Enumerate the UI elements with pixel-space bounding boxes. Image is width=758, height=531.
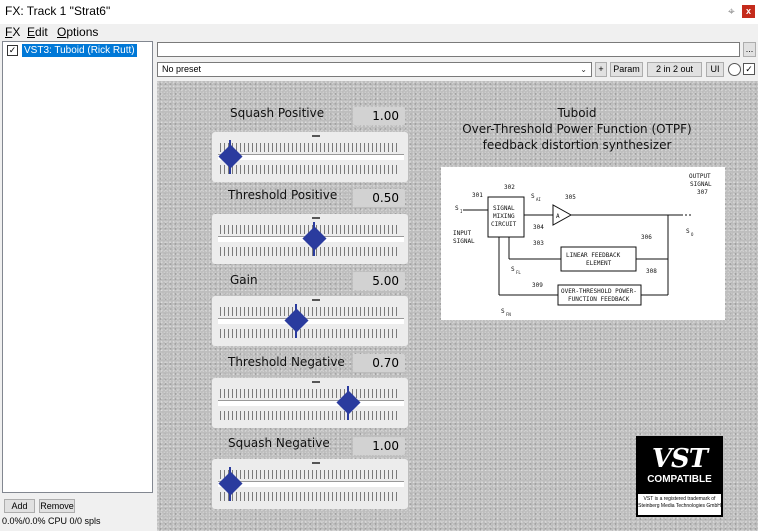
vst-compatible-text: COMPATIBLE	[647, 474, 712, 485]
svg-text:S: S	[511, 266, 515, 273]
plugin-name: Tuboid	[557, 106, 597, 120]
svg-text:305: 305	[565, 194, 576, 201]
vst-trademark-note: VST is a registered trademark of Steinbe…	[638, 494, 721, 515]
browse-button[interactable]: ...	[743, 42, 756, 57]
param-label-threshold-positive: Threshold Positive	[228, 188, 338, 202]
preset-value: No preset	[162, 64, 202, 74]
svg-text:309: 309	[532, 282, 543, 289]
param-value-squash-positive[interactable]: 1.00	[353, 107, 405, 125]
otpf-block-diagram: OUTPUT SIGNAL 307 301 302 305 S AI S I I…	[441, 167, 725, 320]
remove-button[interactable]: Remove	[39, 499, 75, 513]
svg-text:308: 308	[646, 268, 657, 275]
io-routing-button[interactable]: 2 in 2 out	[647, 62, 702, 77]
chevron-down-icon: ⌄	[580, 65, 587, 74]
wet-dry-knob-icon[interactable]	[728, 63, 741, 76]
svg-text:LINEAR FEEDBACK: LINEAR FEEDBACK	[566, 252, 621, 259]
svg-text:I: I	[460, 209, 463, 214]
svg-text:INPUT: INPUT	[453, 230, 471, 237]
svg-text:SIGNAL: SIGNAL	[493, 205, 515, 212]
add-button[interactable]: Add	[4, 499, 35, 513]
svg-text:FL: FL	[516, 270, 521, 275]
bypass-checkbox[interactable]: ✓	[743, 63, 755, 75]
svg-text:306: 306	[641, 234, 652, 241]
plugin-path-field[interactable]	[157, 42, 740, 57]
close-button[interactable]: x	[742, 5, 755, 18]
plugin-ui: Squash Positive 1.00 Threshold Positive …	[157, 81, 758, 531]
plugin-title: Tuboid Over-Threshold Power Function (OT…	[437, 105, 717, 153]
svg-text:AI: AI	[536, 197, 541, 202]
add-preset-button[interactable]: +	[595, 62, 607, 77]
plugin-subtitle: Over-Threshold Power Function (OTPF)	[462, 122, 692, 136]
svg-text:304: 304	[533, 224, 544, 231]
plugin-description: feedback distortion synthesizer	[482, 138, 672, 152]
slider-threshold-negative[interactable]	[212, 378, 408, 428]
param-value-gain[interactable]: 5.00	[353, 272, 405, 290]
svg-text:S: S	[531, 193, 535, 200]
menu-bar: FX Edit Options	[0, 24, 758, 40]
slider-squash-positive[interactable]	[212, 132, 408, 182]
param-label-threshold-negative: Threshold Negative	[228, 355, 345, 369]
svg-text:MIXING: MIXING	[493, 213, 515, 220]
param-value-threshold-negative[interactable]: 0.70	[353, 354, 405, 372]
param-label-gain: Gain	[230, 273, 258, 287]
param-button[interactable]: Param	[610, 62, 643, 77]
svg-text:SIGNAL: SIGNAL	[453, 238, 475, 245]
svg-text:302: 302	[504, 184, 515, 191]
svg-text:ELEMENT: ELEMENT	[586, 260, 612, 267]
svg-text:FUNCTION FEEDBACK: FUNCTION FEEDBACK	[568, 296, 630, 303]
svg-text:S: S	[501, 308, 505, 315]
plugin-enable-checkbox[interactable]: ✓	[7, 45, 18, 56]
preset-dropdown[interactable]: No preset ⌄	[157, 62, 592, 77]
svg-text:303: 303	[533, 240, 544, 247]
svg-text:S: S	[686, 228, 690, 235]
menu-edit[interactable]: Edit	[27, 25, 48, 39]
svg-text:OVER-THRESHOLD POWER-: OVER-THRESHOLD POWER-	[561, 288, 637, 295]
menu-options[interactable]: Options	[57, 25, 98, 39]
ui-button[interactable]: UI	[706, 62, 724, 77]
param-label-squash-positive: Squash Positive	[230, 106, 325, 120]
cpu-status: 0.0%/0.0% CPU 0/0 spls	[2, 516, 101, 526]
slider-gain[interactable]	[212, 296, 408, 346]
svg-text:O: O	[691, 232, 694, 237]
svg-text:307: 307	[697, 189, 708, 196]
svg-text:SIGNAL: SIGNAL	[690, 181, 712, 188]
param-label-squash-negative: Squash Negative	[228, 436, 330, 450]
menu-fx[interactable]: FX	[5, 25, 20, 39]
plugin-label[interactable]: VST3: Tuboid (Rick Rutt)	[22, 44, 137, 57]
window-title: FX: Track 1 "Strat6"	[5, 4, 111, 18]
slider-threshold-positive[interactable]	[212, 214, 408, 264]
svg-text:OUTPUT: OUTPUT	[689, 173, 711, 180]
param-value-squash-negative[interactable]: 1.00	[353, 437, 405, 455]
slider-squash-negative[interactable]	[212, 459, 408, 509]
svg-text:FN: FN	[506, 312, 511, 317]
title-bar: FX: Track 1 "Strat6" ⌖ x	[0, 0, 758, 24]
svg-text:A: A	[556, 213, 560, 220]
vst-compatible-logo: VST COMPATIBLE VST is a registered trade…	[636, 436, 723, 517]
fx-chain-list[interactable]: ✓ VST3: Tuboid (Rick Rutt)	[2, 41, 153, 493]
vst-logo-text: VST	[651, 444, 708, 474]
svg-text:CIRCUIT: CIRCUIT	[491, 221, 517, 228]
svg-text:S: S	[455, 205, 459, 212]
pin-icon[interactable]: ⌖	[728, 4, 740, 18]
param-value-threshold-positive[interactable]: 0.50	[353, 189, 405, 207]
svg-text:301: 301	[472, 192, 483, 199]
